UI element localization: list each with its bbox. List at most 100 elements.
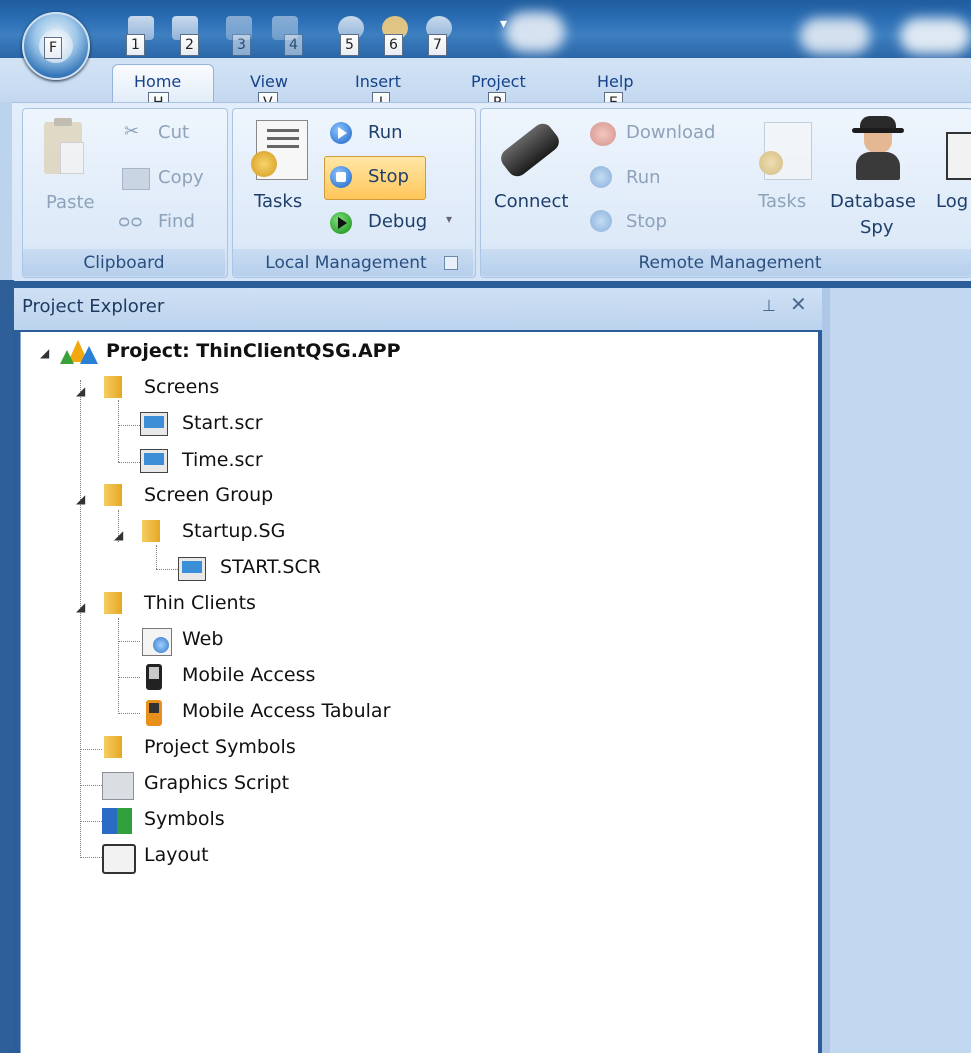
folder-icon [104,484,122,506]
panel-splitter[interactable] [822,288,830,1053]
layout-icon [102,844,136,874]
remote-management-label: Remote Management [638,253,822,273]
remote-tasks-button[interactable]: Tasks [758,191,806,212]
tree-line [118,425,140,426]
debug-icon [330,212,352,234]
screen-icon [140,449,168,473]
tree-line [156,545,157,569]
tree-node-graphics-script[interactable]: Graphics Script [144,772,289,794]
local-management-label: Local Management [265,253,427,273]
folder-icon [104,592,122,614]
tab-help[interactable]: Help [597,72,633,91]
title-bar-glare [800,18,870,54]
customize-qat-icon[interactable]: ▾ [500,16,507,32]
project-icon [58,340,98,364]
tree-node-start-scr-upper[interactable]: START.SCR [220,556,321,578]
cut-icon: ✂ [124,121,140,142]
tree-node-screens[interactable]: Screens [144,376,219,398]
tree-node-project-symbols[interactable]: Project Symbols [144,736,296,758]
tree-line [80,821,102,822]
tree-line [80,785,102,786]
close-icon[interactable]: ✕ [790,292,807,316]
mobile-tabular-icon [146,700,162,726]
log-icon [946,132,971,180]
title-bar-glare [900,18,970,54]
remote-stop-button[interactable]: Stop [626,211,667,232]
cut-button[interactable]: Cut [158,122,189,143]
collapse-arrow-icon[interactable]: ◢ [76,600,85,614]
copy-button[interactable]: Copy [158,167,204,188]
database-spy-button[interactable]: Database [830,191,916,212]
keytip-3: 3 [232,34,251,56]
debug-button[interactable]: Debug [368,211,427,232]
tree-node-symbols[interactable]: Symbols [144,808,225,830]
tree-node-layout[interactable]: Layout [144,844,209,866]
screen-icon [178,557,206,581]
web-icon [142,628,172,656]
tree-line [118,400,119,462]
tree-node-thin-clients[interactable]: Thin Clients [144,592,256,614]
run-button[interactable]: Run [368,122,403,143]
tree-line [156,569,178,570]
folder-icon [142,520,160,542]
tasks-button[interactable]: Tasks [254,191,302,212]
tab-insert[interactable]: Insert [355,72,401,91]
remote-stop-icon [590,210,612,232]
collapse-arrow-icon[interactable]: ◢ [76,492,85,506]
title-bar-glare [505,12,565,52]
collapse-arrow-icon[interactable]: ◢ [114,528,123,542]
tree-line [80,380,81,858]
keytip-4: 4 [284,34,303,56]
remote-run-button[interactable]: Run [626,167,661,188]
tree-line [118,618,119,714]
paste-icon [44,118,84,174]
collapse-arrow-icon[interactable]: ◢ [40,346,49,360]
project-explorer-tree [20,332,818,1053]
screen-icon [140,412,168,436]
download-icon [590,122,616,146]
keytip-7: 7 [428,34,447,56]
symbols-icon [102,808,132,834]
copy-icon [122,168,150,190]
tree-node-time-scr[interactable]: Time.scr [182,449,263,471]
keytip-2: 2 [180,34,199,56]
log-button[interactable]: Log [936,191,968,212]
tree-line [118,713,140,714]
tree-node-mobile-access[interactable]: Mobile Access [182,664,315,686]
tree-node-web[interactable]: Web [182,628,223,650]
tab-home[interactable]: Home [134,72,181,91]
find-button[interactable]: Find [158,211,195,232]
tree-node-project[interactable]: Project: ThinClientQSG.APP [106,340,401,362]
pin-icon[interactable]: ⊥ [762,296,776,315]
window-left-edge [0,280,14,1053]
dialog-launcher-icon[interactable] [444,256,458,270]
remote-tasks-icon [759,122,812,180]
database-spy-button-line2: Spy [860,217,894,238]
tree-node-screen-group[interactable]: Screen Group [144,484,273,506]
keytip-6: 6 [384,34,403,56]
script-icon [102,772,134,800]
binoculars-icon: ᴑᴑ [118,211,143,232]
download-button[interactable]: Download [626,122,715,143]
tree-line [80,749,102,750]
stop-icon [330,166,352,188]
connect-button[interactable]: Connect [494,191,568,212]
tree-line [118,641,140,642]
tree-node-mobile-access-tabular[interactable]: Mobile Access Tabular [182,700,390,722]
tree-line [118,677,140,678]
clipboard-group-label: Clipboard [83,253,165,273]
tab-view[interactable]: View [250,72,288,91]
keytip-5: 5 [340,34,359,56]
paste-button[interactable]: Paste [46,192,95,213]
tree-node-start-scr[interactable]: Start.scr [182,412,263,434]
tree-node-startup-sg[interactable]: Startup.SG [182,520,285,542]
remote-run-icon [590,166,612,188]
debug-dropdown-icon[interactable]: ▾ [446,212,452,226]
tree-line [80,857,102,858]
tree-line [118,462,140,463]
folder-icon [104,736,122,758]
stop-label: Stop [368,166,409,187]
folder-icon [104,376,122,398]
collapse-arrow-icon[interactable]: ◢ [76,384,85,398]
tab-project[interactable]: Project [471,72,526,91]
